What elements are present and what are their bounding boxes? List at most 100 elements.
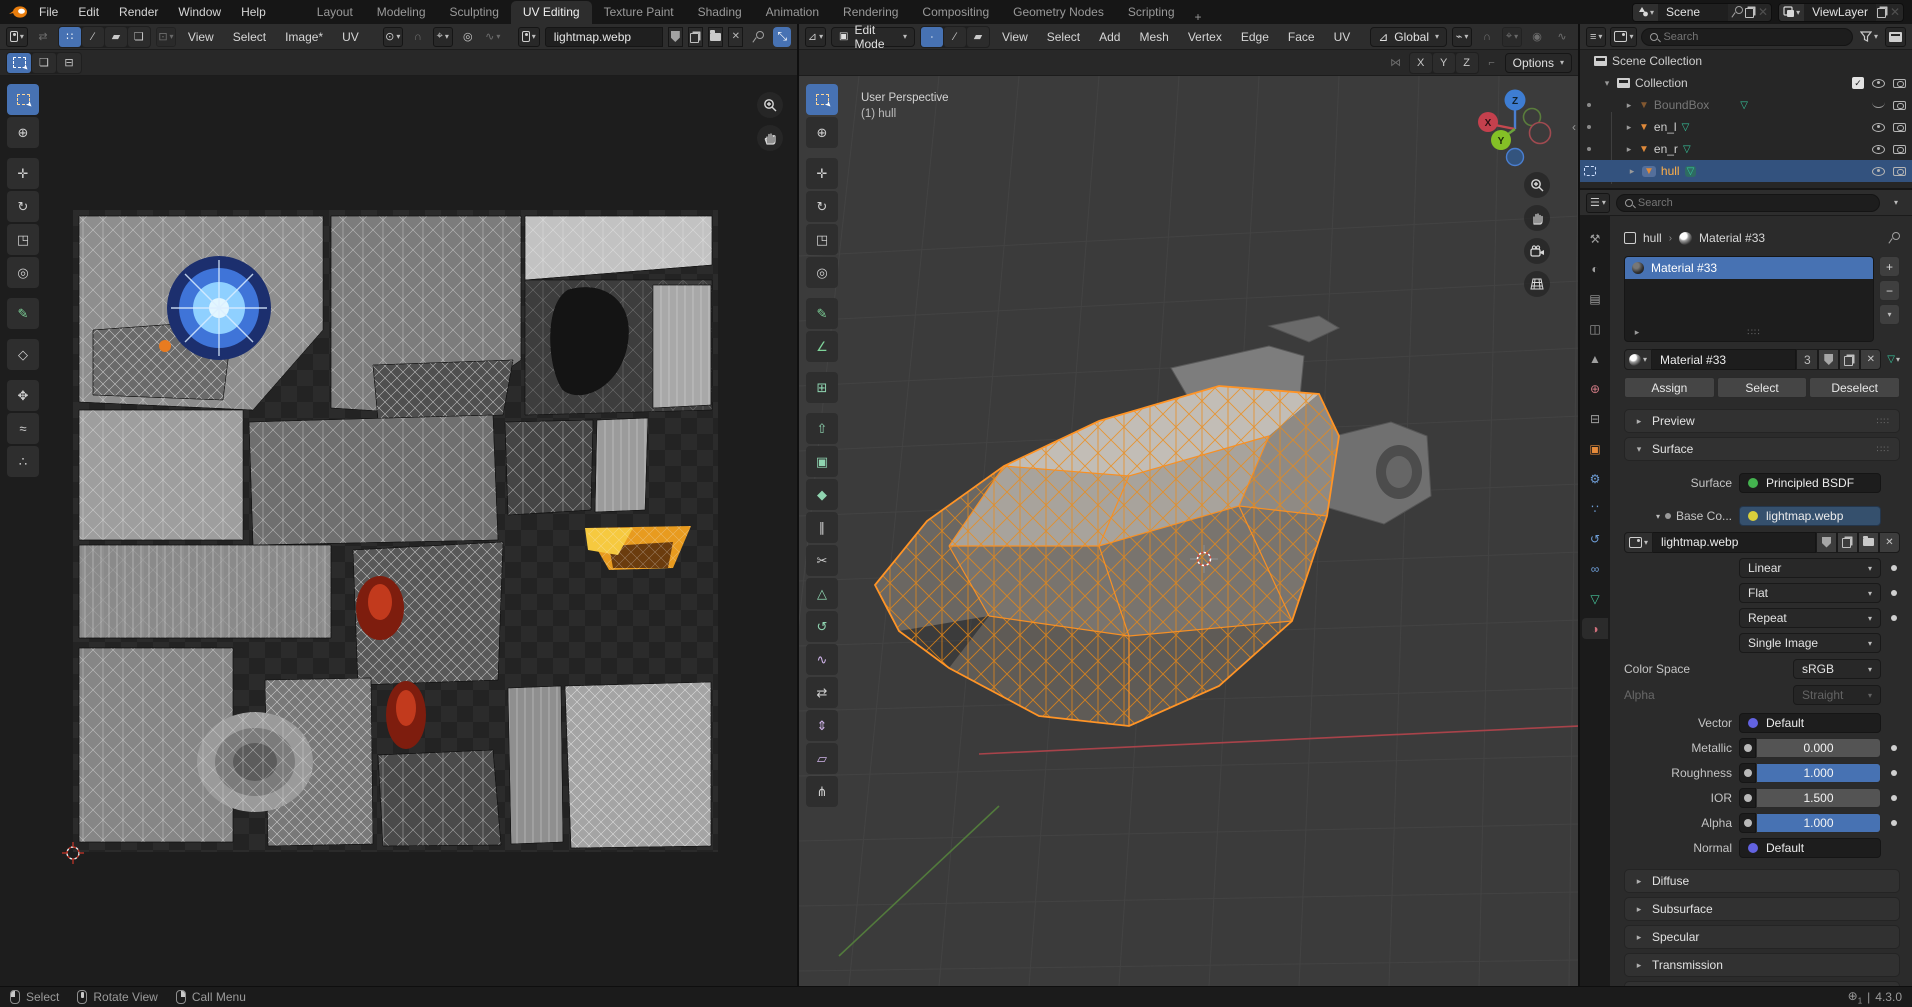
camera-visibility-icon[interactable]	[1893, 145, 1906, 154]
tool-loop-cut-icon[interactable]: ∥	[806, 512, 838, 543]
menu-edit[interactable]: Edit	[69, 3, 108, 21]
uv-image-fake-user-icon[interactable]	[668, 27, 683, 47]
deselect-button[interactable]: Deselect	[1809, 377, 1900, 398]
panel-subsurface[interactable]: ▸Subsurface	[1624, 897, 1900, 921]
eye-icon[interactable]	[1872, 167, 1885, 176]
uv-select-island-icon[interactable]: ❏	[128, 27, 150, 47]
expand-icon[interactable]: ▸	[1624, 100, 1634, 111]
editor-type-uv-icon[interactable]: ▾	[6, 27, 28, 47]
navigation-gizmo[interactable]: Z X Y	[1470, 84, 1560, 174]
tab-modifiers[interactable]: ⚙	[1582, 468, 1608, 489]
v3d-menu-select[interactable]: Select	[1040, 28, 1087, 46]
uv-fit-view-icon[interactable]: ⤡	[773, 27, 791, 47]
uv-tool-pinch-icon[interactable]: ∴	[7, 446, 39, 477]
animate-dot[interactable]	[1891, 590, 1897, 596]
browse-material-icon[interactable]: ▾	[1624, 349, 1652, 370]
roughness-slider[interactable]: 1.000	[1739, 763, 1881, 783]
slot-specials-icon[interactable]: ▾	[1879, 304, 1900, 325]
material-link-icon[interactable]: ▽▾	[1887, 354, 1900, 365]
uv-tool-move-icon[interactable]: ✛	[7, 158, 39, 189]
uv-menu-view[interactable]: View	[181, 28, 221, 46]
tool-smooth-icon[interactable]: ∿	[806, 644, 838, 675]
tool-shear-icon[interactable]: ▱	[806, 743, 838, 774]
uv-snap-target-icon[interactable]: ⌖▾	[433, 27, 453, 47]
v3d-menu-uv[interactable]: UV	[1327, 28, 1358, 46]
tool-annotate-icon[interactable]: ✎	[806, 298, 838, 329]
ior-slider[interactable]: 1.500	[1739, 788, 1881, 808]
image-open-icon[interactable]	[1858, 532, 1879, 553]
v3d-scene[interactable]	[799, 76, 1578, 986]
proportional-falloff-icon[interactable]: ∿	[1552, 27, 1572, 47]
collapse-icon[interactable]: ▾	[1602, 78, 1612, 89]
uv-image-unlink-icon[interactable]: ✕	[728, 27, 743, 47]
mirror-icon[interactable]: ⋈	[1386, 53, 1406, 73]
tool-transform-icon[interactable]: ◎	[806, 257, 838, 288]
add-slot-button[interactable]: +	[1879, 256, 1900, 277]
image-name-field[interactable]: lightmap.webp	[1653, 532, 1816, 553]
tab-layout[interactable]: Layout	[305, 1, 365, 24]
uv-select-vertex-icon[interactable]: ∷	[59, 27, 81, 47]
uv-image-open-icon[interactable]	[708, 27, 723, 47]
snap-target-icon[interactable]: ⌁▾	[1452, 27, 1472, 47]
tool-select-box-icon[interactable]	[806, 84, 838, 115]
v3d-menu-view[interactable]: View	[995, 28, 1035, 46]
source-dropdown[interactable]: Single Image▾	[1739, 633, 1881, 653]
breadcrumb-object[interactable]: hull	[1643, 231, 1662, 245]
base-color-field[interactable]: lightmap.webp	[1739, 506, 1881, 526]
proportional-edit-icon[interactable]: ◉	[1527, 27, 1547, 47]
v3d-menu-mesh[interactable]: Mesh	[1132, 28, 1175, 46]
v3d-zoom-icon[interactable]	[1524, 172, 1550, 198]
normal-field[interactable]: Default	[1739, 838, 1881, 858]
image-fake-user-icon[interactable]	[1816, 532, 1837, 553]
uv-tool-cursor-icon[interactable]: ⊕	[7, 117, 39, 148]
mirror-x-button[interactable]: X	[1410, 53, 1432, 73]
uv-canvas[interactable]: ⊕ ✛ ↻ ◳ ◎ ✎ ◇ ✥ ≈ ∴	[0, 76, 797, 986]
v3d-menu-edge[interactable]: Edge	[1234, 28, 1276, 46]
material-slot-list[interactable]: Material #33 ▸ ∷∷	[1624, 256, 1874, 342]
material-users-count[interactable]: 3	[1796, 349, 1818, 370]
animate-dot[interactable]	[1891, 770, 1897, 776]
tab-rendering[interactable]: Rendering	[831, 1, 910, 24]
tool-inset-faces-icon[interactable]: ▣	[806, 446, 838, 477]
uv-select-edge-icon[interactable]: ∕	[82, 27, 104, 47]
tab-tool[interactable]: ⚒	[1582, 228, 1608, 249]
sidebar-collapse-icon[interactable]: ‹	[1572, 120, 1576, 134]
new-material-icon[interactable]	[1839, 349, 1860, 370]
tab-material[interactable]: ◑	[1582, 618, 1608, 639]
snap-magnet-icon[interactable]: ∩	[1477, 27, 1497, 47]
tab-collection[interactable]: ⊟	[1582, 408, 1608, 429]
select-button[interactable]: Select	[1717, 377, 1808, 398]
tool-bevel-icon[interactable]: ◆	[806, 479, 838, 510]
uv-pin-icon[interactable]	[748, 27, 768, 47]
tab-physics[interactable]: ↺	[1582, 528, 1608, 549]
animate-dot[interactable]	[1891, 820, 1897, 826]
eye-icon[interactable]	[1872, 79, 1885, 88]
animate-dot[interactable]	[1891, 565, 1897, 571]
outliner-filter-icon[interactable]: ▾	[1857, 27, 1881, 47]
tool-add-cube-icon[interactable]: ⊞	[806, 372, 838, 403]
uv-tool-grab-icon[interactable]: ✥	[7, 380, 39, 411]
tab-texture-paint[interactable]: Texture Paint	[592, 1, 686, 24]
animate-dot[interactable]	[1891, 745, 1897, 751]
mirror-y-button[interactable]: Y	[1433, 53, 1455, 73]
vector-field[interactable]: Default	[1739, 713, 1881, 733]
menu-help[interactable]: Help	[232, 3, 275, 21]
v3d-pan-hand-icon[interactable]	[1524, 205, 1550, 231]
image-unlink-icon[interactable]: ✕	[1879, 532, 1900, 553]
menu-window[interactable]: Window	[169, 3, 230, 21]
tab-object-data[interactable]: ▽	[1582, 588, 1608, 609]
tool-scale-icon[interactable]: ◳	[806, 224, 838, 255]
uv-tool-rip-region-icon[interactable]: ◇	[7, 339, 39, 370]
v3d-menu-vertex[interactable]: Vertex	[1181, 28, 1229, 46]
interpolation-dropdown[interactable]: Linear▾	[1739, 558, 1881, 578]
new-scene-icon[interactable]	[1745, 8, 1754, 18]
mirror-z-button[interactable]: Z	[1456, 53, 1478, 73]
select-subtract-icon[interactable]: ⊟	[57, 53, 81, 73]
tab-animation[interactable]: Animation	[754, 1, 831, 24]
uv-tool-rotate-icon[interactable]: ↻	[7, 191, 39, 222]
v3d-menu-face[interactable]: Face	[1281, 28, 1322, 46]
panel-preview[interactable]: ▸Preview∷∷	[1624, 409, 1900, 433]
tool-measure-icon[interactable]: ∠	[806, 331, 838, 362]
uv-menu-image[interactable]: Image*	[278, 28, 330, 46]
tool-cursor-icon[interactable]: ⊕	[806, 117, 838, 148]
